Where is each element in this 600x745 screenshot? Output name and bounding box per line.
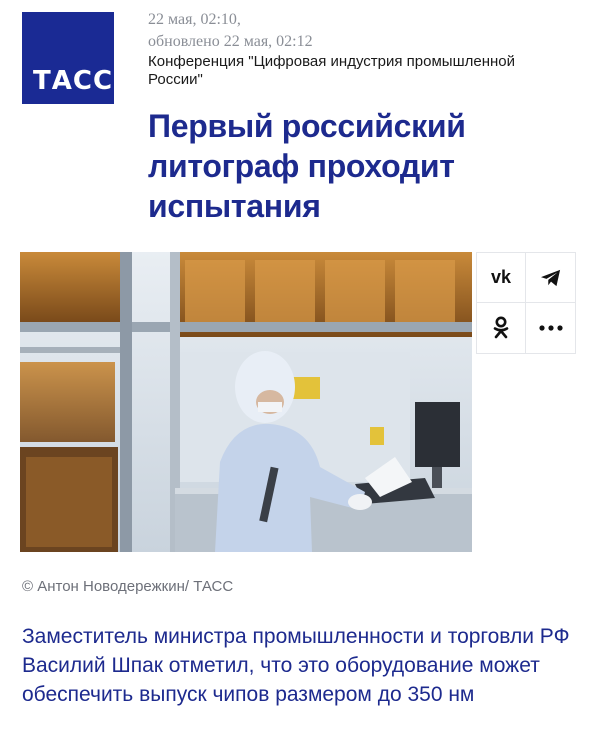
article-lead: Заместитель министра промышленности и то… [22,625,570,706]
cleanroom-photo-illustration [20,252,472,552]
logo-text: ТАСС [33,66,114,96]
photo-credit: © Антон Новодережкин/ ТАСС [22,578,234,595]
share-telegram[interactable] [526,253,575,303]
article-headline: Первый российский литограф проходит испы… [148,108,466,224]
vk-icon: vk [490,267,512,287]
article-meta: 22 мая, 02:10, обновлено 22 мая, 02:12 К… [148,10,568,89]
share-vk[interactable]: vk [477,253,526,303]
odnoklassniki-icon [493,316,509,339]
more-icon [538,325,563,331]
share-odnoklassniki[interactable] [477,303,526,353]
telegram-icon [540,269,560,286]
publish-date: 22 мая, 02:10, [148,11,241,28]
share-more[interactable] [526,303,575,353]
article-photo [20,252,472,552]
conference-link[interactable]: Конференция "Цифровая индустрия промышле… [148,53,568,89]
share-panel: vk [476,252,576,354]
tass-logo[interactable]: ТАСС [22,12,114,104]
updated-date: обновлено 22 мая, 02:12 [148,33,313,50]
